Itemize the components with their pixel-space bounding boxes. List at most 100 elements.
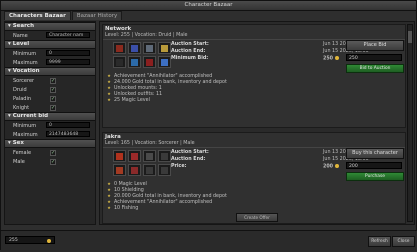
refresh-button[interactable]: Refresh [368, 236, 391, 247]
create-offer-button[interactable]: Create Offer [236, 213, 278, 222]
sex-section-header[interactable]: ▾ Sex [5, 139, 95, 148]
item-slots [113, 42, 171, 54]
bazaar-window: Character Bazaar Characters Bazaar Bazaa… [0, 0, 417, 252]
vocation-knight-row: Knight ✓ [5, 103, 95, 112]
auction-entry: Network Level: 255 | Vocation: Druid | M… [102, 24, 406, 128]
filter-panel: ▾ Search Name Character nam ▾ Level Mini… [4, 21, 96, 243]
bid-min-input[interactable]: 0 [46, 122, 90, 128]
item-slot [113, 56, 126, 68]
place-bid-button[interactable]: Place Bid [346, 40, 404, 51]
star-icon: ★ [107, 205, 111, 210]
auction-start-label: Auction Start: [171, 42, 209, 47]
character-features: ★ Achievement "Annihilator" accomplished … [107, 73, 227, 103]
level-max-row: Maximum 9999 [5, 58, 95, 67]
vocation-knight-checkbox[interactable]: ✓ [50, 104, 56, 111]
rune-item-icon [131, 59, 138, 66]
sex-female-row: Female ✓ [5, 148, 95, 157]
vocation-sorcerer-row: Sorcerer ✓ [5, 76, 95, 85]
scrollbar-thumb[interactable] [408, 31, 412, 43]
character-info: Level: 255 | Vocation: Druid | Male [105, 33, 188, 38]
item-slot [128, 42, 141, 54]
vocation-knight-label: Knight [13, 105, 30, 111]
name-input[interactable]: Character nam [46, 32, 90, 38]
empty-slot-icon [146, 167, 153, 174]
purchase-button[interactable]: Purchase [346, 172, 404, 181]
armor-item-icon [116, 153, 123, 160]
name-label: Name [13, 33, 28, 39]
item-slot [128, 164, 141, 176]
item-slot [143, 164, 156, 176]
item-slots [113, 150, 171, 162]
character-name: Jakra [105, 134, 121, 140]
item-slots-row-2 [113, 56, 171, 68]
bid-amount: 250 [323, 56, 340, 62]
level-max-input[interactable]: 9999 [46, 59, 90, 65]
auction-end-label: Auction End: [171, 49, 206, 54]
bid-max-input[interactable]: 2147483648 [46, 131, 90, 137]
search-section-header[interactable]: ▾ Search [5, 22, 95, 31]
item-slot [113, 42, 126, 54]
sex-male-checkbox[interactable]: ✓ [50, 158, 56, 165]
current-bid-section-header[interactable]: ▾ Current bid [5, 112, 95, 121]
vocation-section-header[interactable]: ▾ Vocation [5, 67, 95, 76]
weapon-item-icon [131, 167, 138, 174]
gold-coin-icon [335, 56, 340, 60]
close-button[interactable]: Close [392, 236, 415, 247]
character-name: Network [105, 26, 132, 32]
vocation-paladin-row: Paladin ✓ [5, 94, 95, 103]
level-max-label: Maximum [13, 60, 38, 66]
tab-characters-bazaar[interactable]: Characters Bazaar [4, 11, 71, 20]
feature-item: ★ 25 Magic Level [107, 97, 150, 103]
vocation-druid-label: Druid [13, 87, 27, 93]
bid-to-auction-button[interactable]: Bid to Auction [346, 64, 404, 73]
bid-max-row: Maximum 2147483648 [5, 130, 95, 139]
item-slot [158, 164, 171, 176]
vocation-druid-row: Druid ✓ [5, 85, 95, 94]
bid-amount-input[interactable]: 250 [346, 54, 402, 61]
sex-female-checkbox[interactable]: ✓ [50, 149, 56, 156]
character-features: ★ 0 Magic Level ★ 10 Shielding ★ 20.000 Gol… [107, 181, 227, 211]
vocation-druid-checkbox[interactable]: ✓ [50, 86, 56, 93]
item-slot [113, 150, 126, 162]
shield-item-icon [146, 45, 153, 52]
price-amount: 200 [323, 164, 340, 170]
bid-min-row: Minimum 0 [5, 121, 95, 130]
vocation-paladin-checkbox[interactable]: ✓ [50, 95, 56, 102]
bid-min-label: Minimum [13, 123, 37, 129]
item-slots-row-2 [113, 164, 171, 176]
price-label: Price: [171, 164, 187, 169]
magic-item-icon [131, 45, 138, 52]
character-info: Level: 165 | Vocation: Sorcerer | Male [105, 141, 195, 146]
item-slot [143, 42, 156, 54]
balance-display: 255 [5, 236, 55, 244]
empty-slot-icon [161, 153, 168, 160]
level-section-header[interactable]: ▾ Level [5, 40, 95, 49]
item-slot [158, 150, 171, 162]
gold-coin-icon [335, 164, 340, 168]
gold-coin-icon [47, 239, 51, 243]
auction-entry: Jakra Level: 165 | Vocation: Sorcerer | … [102, 132, 406, 224]
auction-end-label: Auction End: [171, 157, 206, 162]
price-input[interactable]: 200 [346, 162, 402, 169]
item-slot [128, 150, 141, 162]
potion-item-icon [146, 59, 153, 66]
feature-item: ★ 10 Fishing [107, 205, 139, 211]
auction-list: Network Level: 255 | Vocation: Druid | M… [99, 21, 415, 225]
item-slot [143, 150, 156, 162]
item-slot [158, 42, 171, 54]
bid-label: Minimum Bid: [171, 56, 209, 61]
helmet-item-icon [131, 153, 138, 160]
footer-bar: 255 Refresh Close [1, 230, 417, 252]
level-min-input[interactable]: 0 [46, 50, 90, 56]
tab-bazaar-history[interactable]: Bazaar History [71, 11, 123, 20]
vocation-sorcerer-label: Sorcerer [13, 78, 35, 84]
name-filter-row: Name Character nam [5, 31, 95, 40]
sex-male-row: Male ✓ [5, 157, 95, 166]
vocation-sorcerer-checkbox[interactable]: ✓ [50, 77, 56, 84]
gem-item-icon [161, 59, 168, 66]
buy-character-button[interactable]: Buy this character [346, 148, 404, 159]
auction-start-label: Auction Start: [171, 150, 209, 155]
auction-scrollbar[interactable] [407, 24, 413, 222]
level-min-row: Minimum 0 [5, 49, 95, 58]
bid-max-label: Maximum [13, 132, 38, 138]
